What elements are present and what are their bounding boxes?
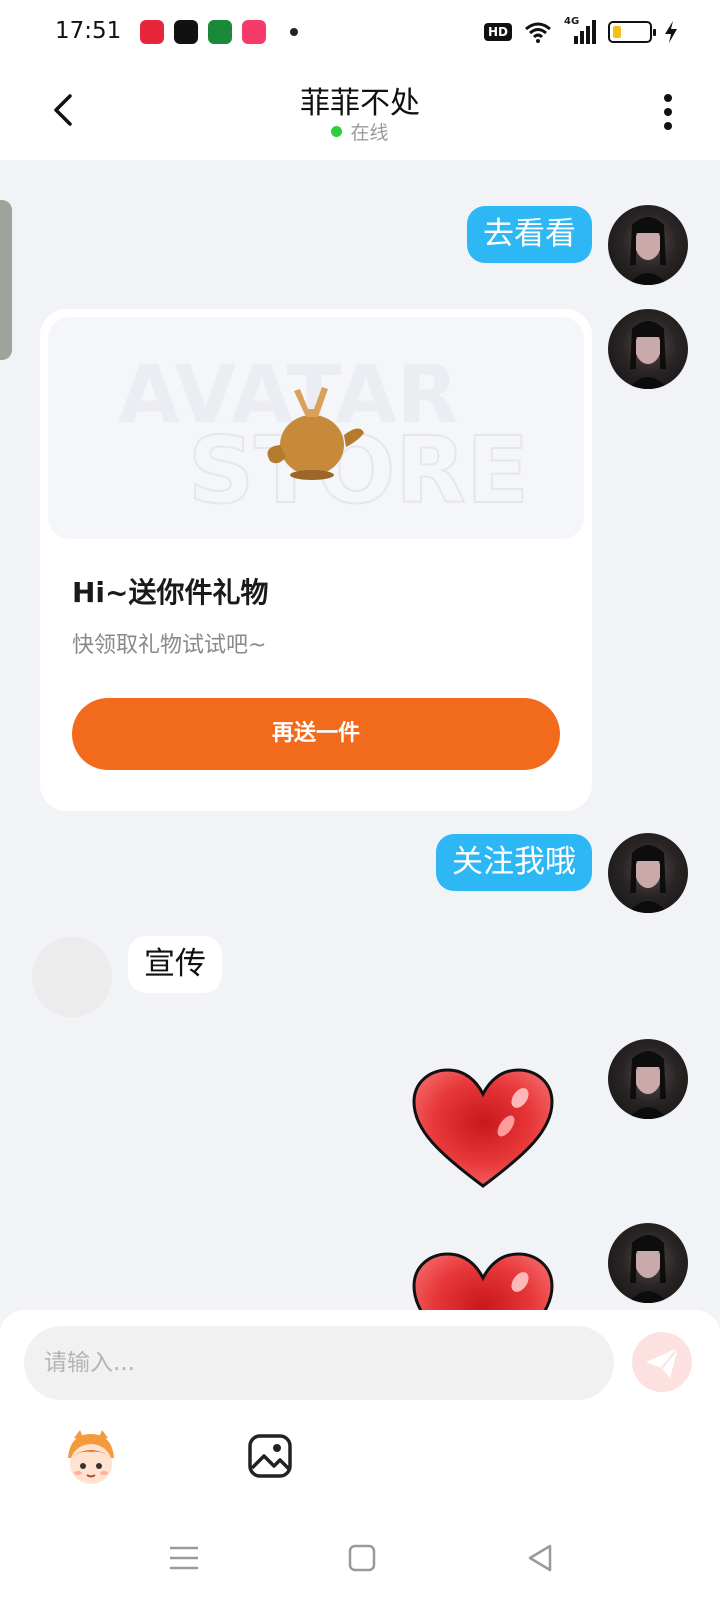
oppo-app-icon [208,20,232,44]
gift-title: Hi~送你件礼物 [72,576,269,609]
heart-sticker-icon[interactable] [410,1066,556,1192]
online-status-label: 在线 [350,122,389,144]
notification-icons [140,20,298,44]
gift-subtitle: 快领取礼物试试吧~ [72,633,267,658]
avatar[interactable] [608,833,688,913]
system-navigation-bar [0,1520,720,1606]
chat-header: 菲菲不处 在线 [0,64,720,160]
tiktok-app-icon [174,20,198,44]
wifi-icon [525,22,551,43]
contact-avatar[interactable] [32,937,112,1017]
status-bar: 17:51 HD 4G [0,0,720,64]
online-status: 在线 [0,118,720,145]
image-picker-icon[interactable] [246,1432,294,1480]
online-dot-icon [331,126,343,137]
signal-icon: 4G [564,16,596,44]
shop-app-icon [242,20,266,44]
home-icon[interactable] [344,1540,380,1576]
more-options-icon[interactable] [656,92,680,132]
send-button[interactable] [632,1332,692,1392]
hd-icon: HD [483,23,512,41]
back-icon[interactable] [522,1540,558,1576]
message-bubble-sent[interactable]: 关注我哦 [436,834,592,891]
gift-card[interactable]: AVATAR STORE Hi~送你件礼物 快领取礼物试试吧~ 再送一件 [40,309,592,811]
avatar[interactable] [608,1223,688,1303]
avatar[interactable] [608,205,688,285]
message-bubble-sent[interactable]: 去看看 [467,206,592,263]
battery-icon [608,21,656,43]
charging-icon [665,21,677,43]
chat-title: 菲菲不处 [300,86,420,121]
more-notifications-icon [290,28,298,36]
message-bubble-received[interactable]: 宣传 [128,936,222,993]
emoji-mascot-icon[interactable] [60,1428,122,1490]
system-status: HD 4G [483,16,678,44]
side-drawer-handle[interactable] [0,200,12,360]
avatar[interactable] [608,1039,688,1119]
send-icon [646,1347,679,1378]
gift-banner: AVATAR STORE [48,317,584,539]
avatar[interactable] [608,309,688,389]
video-app-icon [140,20,164,44]
status-time: 17:51 [55,18,122,44]
message-input[interactable] [24,1326,614,1400]
send-another-gift-button[interactable]: 再送一件 [72,698,560,770]
recent-apps-icon[interactable] [166,1540,202,1576]
